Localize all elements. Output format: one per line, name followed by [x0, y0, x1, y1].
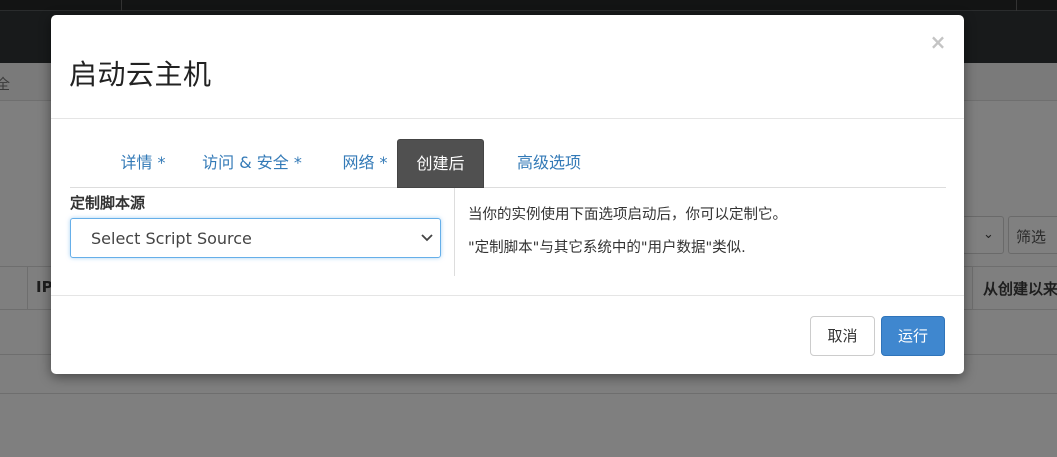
tab-networking[interactable]: 网络 *: [332, 139, 398, 188]
top-strip: [0, 0, 1057, 11]
column-header-created: 从创建以来: [983, 280, 1057, 298]
wizard-tabs: 详情 * 访问 & 安全 * 网络 * 创建后 高级选项: [70, 139, 946, 188]
script-source-label: 定制脚本源: [70, 194, 146, 212]
tab-details[interactable]: 详情 *: [107, 139, 179, 188]
script-source-panel: 定制脚本源 Select Script Source: [70, 188, 455, 276]
breadcrumb-text: 全: [0, 77, 10, 93]
table-row: [0, 393, 1057, 394]
launch-instance-modal: 启动云主机 × 详情 * 访问 & 安全 * 网络 * 创建后 高级选项 定制脚…: [51, 15, 964, 374]
help-text: 当你的实例使用下面选项启动后，你可以定制它。: [468, 207, 787, 223]
column-divider: [972, 266, 973, 310]
modal-title: 启动云主机: [69, 58, 212, 91]
script-source-select[interactable]: Select Script Source: [70, 218, 441, 258]
modal-footer: 取消 运行: [51, 295, 964, 374]
tab-advanced-options[interactable]: 高级选项: [504, 139, 594, 188]
divider: [121, 0, 122, 11]
chevron-down-icon: [421, 234, 433, 242]
modal-header: 启动云主机 ×: [51, 15, 964, 119]
divider: [1016, 0, 1017, 11]
script-source-selected: Select Script Source: [91, 229, 252, 248]
run-button[interactable]: 运行: [881, 316, 945, 356]
filter-button: 筛选: [1008, 216, 1057, 254]
close-icon[interactable]: ×: [928, 31, 948, 53]
help-panel: 当你的实例使用下面选项启动后，你可以定制它。 "定制脚本"与其它系统中的"用户数…: [468, 188, 946, 276]
tab-post-creation[interactable]: 创建后: [397, 139, 484, 188]
tab-access-security[interactable]: 访问 & 安全 *: [192, 139, 312, 188]
chevron-down-icon: ⌄: [983, 227, 994, 242]
cancel-button[interactable]: 取消: [810, 316, 875, 356]
help-text: "定制脚本"与其它系统中的"用户数据"类似.: [468, 240, 746, 256]
column-divider: [27, 266, 28, 310]
filter-select: ⌄: [962, 216, 1004, 254]
